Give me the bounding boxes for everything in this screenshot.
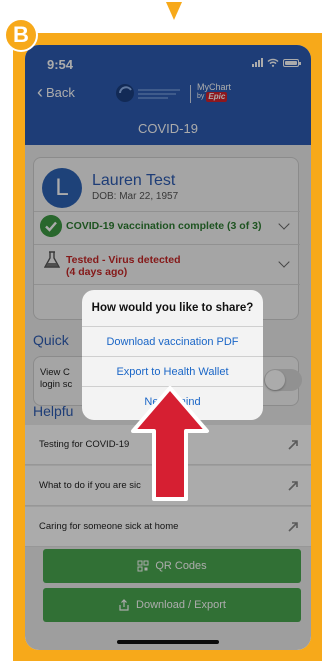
phone-screen: 9:54 ‹ Back MyChart by Epic COVID-19 L L… <box>25 45 311 650</box>
annotated-screenshot: B 9:54 ‹ Back MyChart by Epic COVID-19 L… <box>0 0 327 666</box>
top-marker-arrow-icon <box>166 2 182 20</box>
share-dialog-title: How would you like to share? <box>91 302 254 314</box>
step-badge: B <box>4 18 38 52</box>
pointer-arrow-icon <box>131 386 209 501</box>
export-health-wallet-option[interactable]: Export to Health Wallet <box>82 356 263 386</box>
download-pdf-option[interactable]: Download vaccination PDF <box>82 326 263 356</box>
